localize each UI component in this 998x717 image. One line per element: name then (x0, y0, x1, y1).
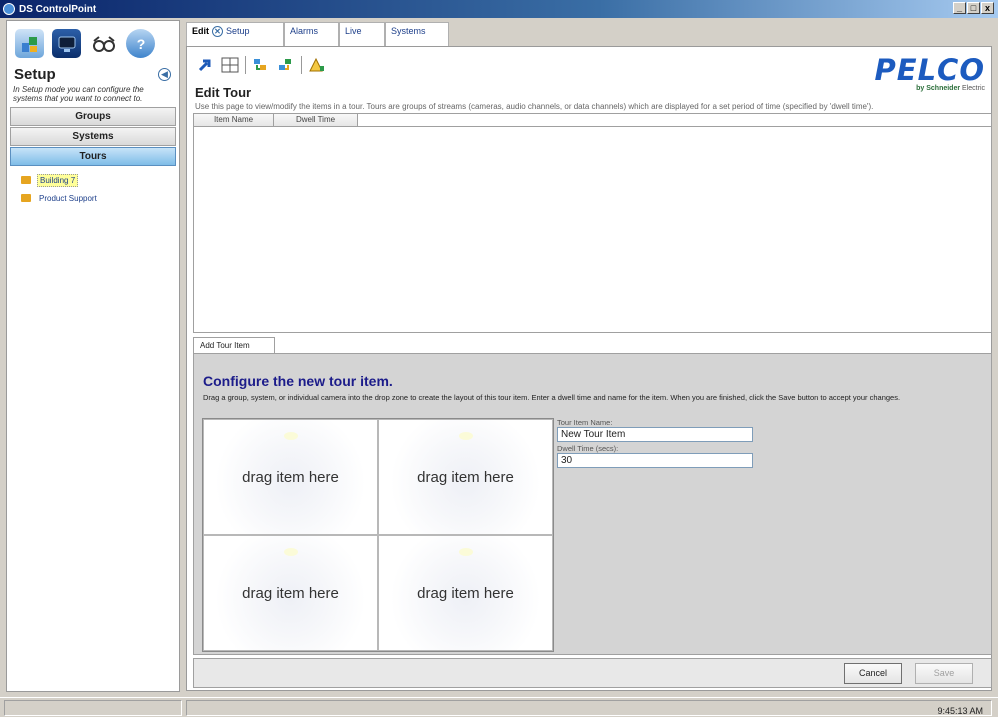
toolbar-separator (245, 56, 246, 74)
minimize-button[interactable]: _ (953, 2, 966, 14)
tour-items-grid[interactable]: Item Name Dwell Time (193, 113, 992, 333)
tab-add-tour-item[interactable]: Add Tour Item (193, 337, 275, 353)
tree-item-building-7[interactable]: Building 7 (21, 171, 179, 189)
tours-tree: Building 7 Product Support (7, 167, 179, 207)
left-panel-description: In Setup mode you can configure the syst… (13, 85, 144, 103)
tab-live-label: Live (345, 26, 362, 36)
tab-edit-setup-label: Setup (226, 26, 250, 36)
arrow-icon[interactable] (195, 56, 215, 74)
dwell-time-label: Dwell Time (secs): (557, 444, 619, 453)
warning-icon[interactable] (307, 56, 327, 74)
tab-alarms[interactable]: Alarms (284, 22, 339, 46)
drop-placeholder-icon (283, 432, 298, 440)
status-bar: 9:45:13 AM (0, 697, 998, 717)
action-bar: Cancel Save (193, 658, 992, 688)
grid-header: Item Name Dwell Time (194, 114, 991, 127)
drop-zone-cell[interactable]: drag item here (203, 419, 378, 535)
dwell-time-input[interactable]: 30 (557, 453, 753, 468)
column-dwell-time[interactable]: Dwell Time (274, 114, 358, 127)
close-tab-icon[interactable]: ✕ (212, 26, 223, 37)
config-panel: Configure the new tour item. Drag a grou… (193, 353, 992, 655)
status-cell-right: 9:45:13 AM (186, 700, 992, 716)
status-time: 9:45:13 AM (937, 706, 983, 716)
status-cell-left (4, 700, 182, 716)
drop-zone-label: drag item here (417, 584, 514, 602)
sequence-alt-icon[interactable] (276, 56, 296, 74)
main-panel: PELCO by Schneider Electric Edit Tour Us… (186, 46, 992, 691)
drop-zone[interactable]: drag item here drag item here drag item … (202, 418, 554, 652)
tour-item-name-label: Tour Item Name: (557, 418, 613, 427)
tree-item-label: Product Support (39, 193, 97, 203)
pelco-logo: PELCO by Schneider Electric (875, 55, 985, 92)
app-icon (3, 3, 15, 15)
drop-zone-label: drag item here (242, 468, 339, 486)
setup-mode-icon[interactable] (15, 29, 44, 58)
tab-live[interactable]: Live (339, 22, 385, 46)
page-title: Edit Tour (195, 85, 252, 100)
tab-edit-label: Edit (192, 26, 209, 36)
config-tabs: Add Tour Item (193, 337, 275, 353)
mode-tabs: Edit ✕ Setup Alarms Live Systems (186, 22, 449, 46)
grid-header-filler (358, 114, 991, 127)
window-controls: _ □ x (953, 2, 994, 14)
tour-folder-icon (21, 194, 31, 202)
tab-systems[interactable]: Systems (385, 22, 449, 46)
tree-item-label: Building 7 (37, 173, 79, 187)
window-title: DS ControlPoint (19, 3, 97, 15)
logo-company-suffix: Electric (962, 85, 985, 92)
tour-item-fields: Tour Item Name: New Tour Item Dwell Time… (557, 418, 757, 470)
svg-text:?: ? (136, 36, 145, 52)
grid-layout-icon[interactable] (220, 56, 240, 74)
tab-edit[interactable]: Edit ✕ Setup (186, 22, 284, 46)
config-title: Configure the new tour item. (203, 373, 393, 389)
tour-item-name-input[interactable]: New Tour Item (557, 427, 753, 442)
left-title-row: Setup ◀ (7, 62, 179, 85)
drop-zone-cell[interactable]: drag item here (203, 535, 378, 651)
tour-folder-icon (21, 176, 31, 184)
column-item-name[interactable]: Item Name (194, 114, 274, 127)
drop-placeholder-icon (458, 548, 473, 556)
drop-zone-cell[interactable]: drag item here (378, 535, 553, 651)
title-bar: DS ControlPoint _ □ x (0, 0, 998, 18)
maximize-button[interactable]: □ (967, 2, 980, 14)
toolbar-separator (301, 56, 302, 74)
drop-zone-label: drag item here (242, 584, 339, 602)
drop-placeholder-icon (283, 548, 298, 556)
save-button[interactable]: Save (915, 663, 973, 684)
nav-groups[interactable]: Groups (10, 107, 176, 126)
close-button[interactable]: x (981, 2, 994, 14)
drop-placeholder-icon (458, 432, 473, 440)
mode-icons: ? (7, 21, 179, 62)
logo-company: Schneider (926, 85, 961, 92)
drop-zone-label: drag item here (417, 468, 514, 486)
config-description: Drag a group, system, or individual came… (203, 393, 901, 402)
drop-zone-cell[interactable]: drag item here (378, 419, 553, 535)
logo-brand: PELCO (874, 53, 985, 87)
glasses-icon[interactable] (89, 29, 118, 58)
left-panel-title: Setup (14, 66, 56, 83)
left-panel: ? Setup ◀ In Setup mode you can configur… (6, 20, 180, 692)
tab-systems-label: Systems (391, 26, 426, 36)
tab-alarms-label: Alarms (290, 26, 319, 36)
page-description: Use this page to view/modify the items i… (195, 102, 874, 111)
toolbar (195, 56, 327, 74)
tree-item-product-support[interactable]: Product Support (21, 189, 179, 207)
nav-tours[interactable]: Tours (10, 147, 176, 166)
logo-by: by (916, 85, 925, 92)
cancel-button[interactable]: Cancel (844, 663, 902, 684)
collapse-panel-icon[interactable]: ◀ (158, 68, 171, 81)
live-mode-icon[interactable] (52, 29, 81, 58)
nav-systems[interactable]: Systems (10, 127, 176, 146)
help-icon[interactable]: ? (126, 29, 155, 58)
sequence-icon[interactable] (251, 56, 271, 74)
